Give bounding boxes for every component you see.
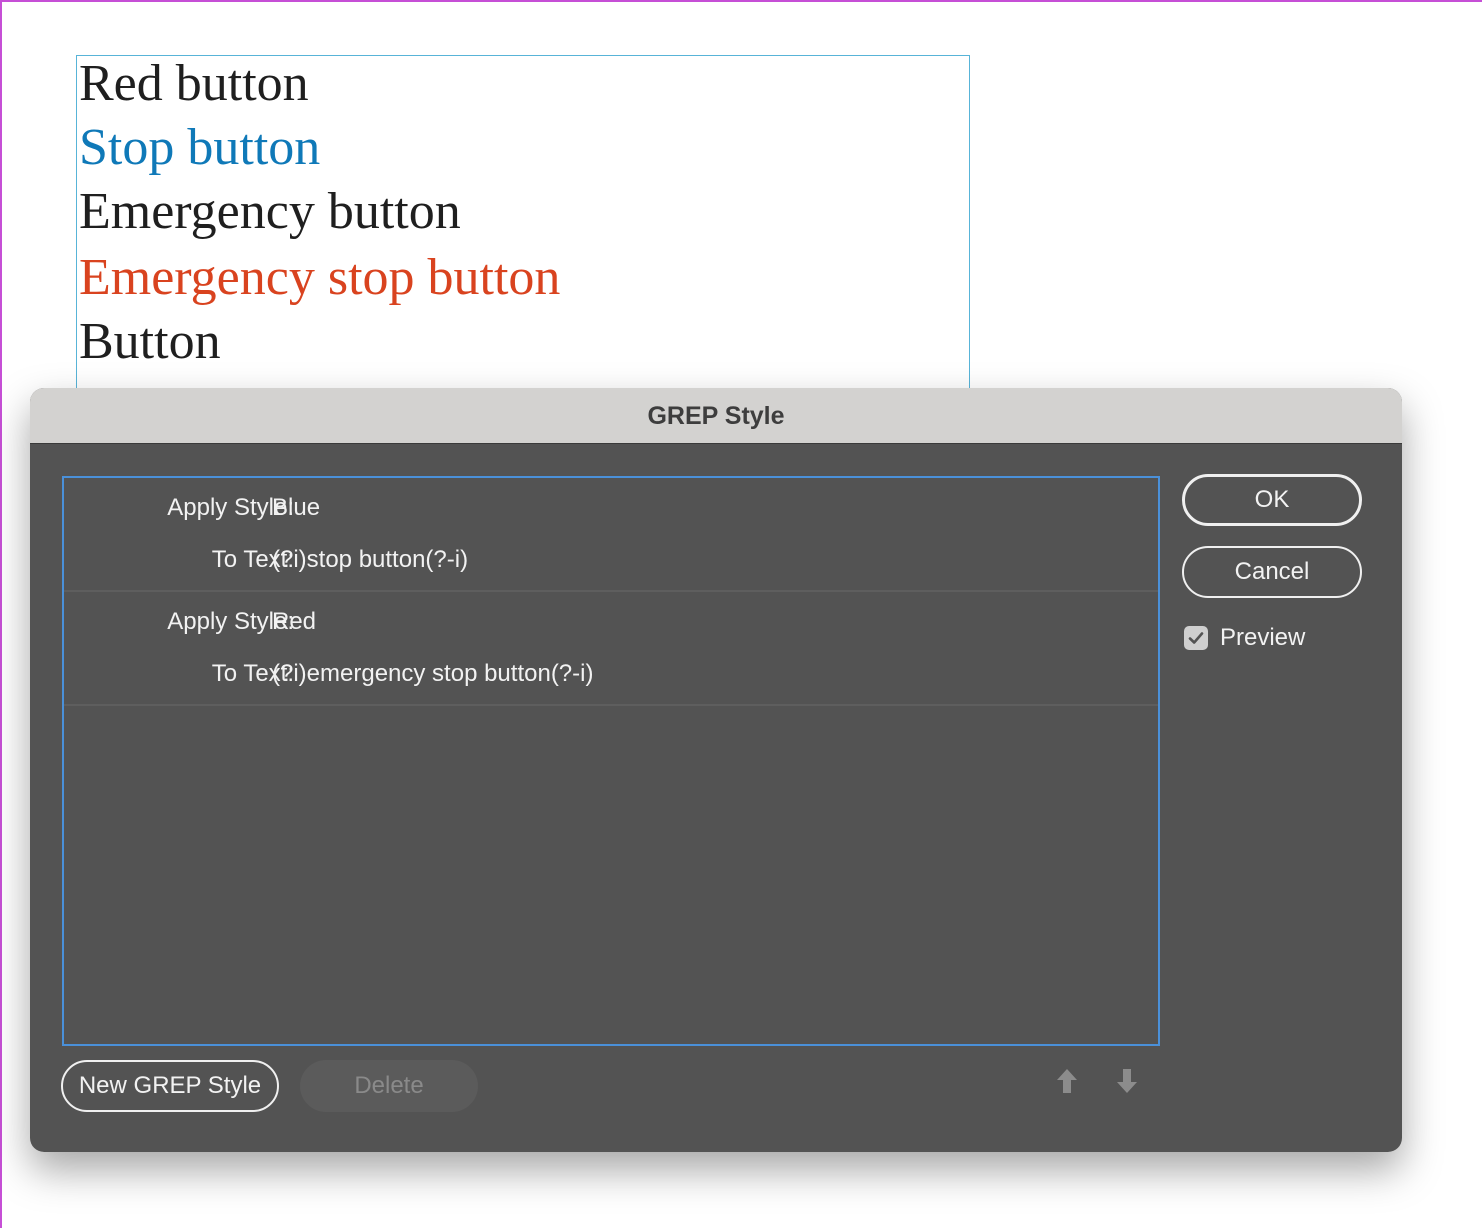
new-grep-style-button[interactable]: New GREP Style [61,1060,279,1112]
arrow-down-icon[interactable] [1116,1068,1138,1094]
grep-style-dialog: GREP Style Apply Style: Blue To Text: (?… [30,388,1402,1152]
to-text-pattern[interactable]: (?i)emergency stop button(?-i) [272,660,593,688]
dialog-title: GREP Style [647,402,785,430]
apply-style-label: Apply Style: [167,494,294,521]
dialog-titlebar[interactable]: GREP Style [30,388,1402,444]
document-line: Stop button [79,119,321,176]
ok-button[interactable]: OK [1182,474,1362,526]
page-margin-guide-top [0,0,1482,2]
page-margin-guide-left [0,0,2,1228]
document-line: Emergency button [79,183,461,240]
apply-style-label: Apply Style: [167,608,294,635]
apply-style-value[interactable]: Red [272,608,316,636]
document-line: Button [79,313,221,370]
apply-style-value[interactable]: Blue [272,494,320,522]
to-text-label: To Text: [211,660,294,687]
grep-rule[interactable]: Apply Style: Blue To Text: (?i)stop butt… [64,478,1158,592]
document-line: Emergency stop button [79,249,561,306]
arrow-up-icon[interactable] [1056,1068,1078,1094]
grep-rule[interactable]: Apply Style: Red To Text: (?i)emergency … [64,592,1158,706]
delete-button[interactable]: Delete [300,1060,478,1112]
to-text-pattern[interactable]: (?i)stop button(?-i) [272,546,468,574]
cancel-button[interactable]: Cancel [1182,546,1362,598]
document-line: Red button [79,55,309,112]
preview-label[interactable]: Preview [1220,624,1305,652]
checkmark-icon [1188,632,1204,644]
grep-rule-list[interactable]: Apply Style: Blue To Text: (?i)stop butt… [62,476,1160,1046]
text-frame[interactable]: Red button Stop button Emergency button … [76,55,970,395]
to-text-label: To Text: [211,546,294,573]
preview-checkbox[interactable] [1184,626,1208,650]
